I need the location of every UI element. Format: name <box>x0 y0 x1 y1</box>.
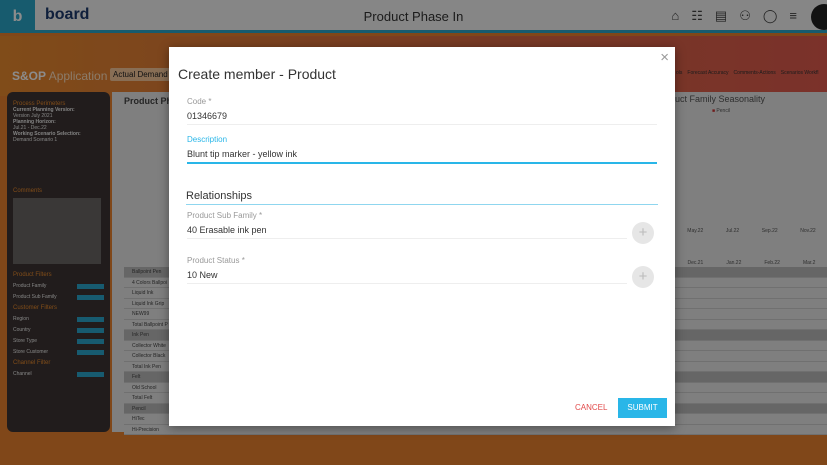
add-status-button[interactable]: + <box>632 266 654 288</box>
code-field[interactable]: Code * 01346679 <box>187 97 657 125</box>
subfamily-input[interactable]: 40 Erasable ink pen <box>187 225 627 239</box>
product-sub-family-field[interactable]: Product Sub Family * 40 Erasable ink pen <box>187 211 627 239</box>
submit-button[interactable]: SUBMIT <box>618 398 667 418</box>
cancel-button[interactable]: CANCEL <box>575 403 607 412</box>
status-label: Product Status * <box>187 256 245 265</box>
description-field[interactable]: Description Blunt tip marker - yellow in… <box>187 135 657 164</box>
dialog-title: Create member - Product <box>178 66 336 82</box>
status-input[interactable]: 10 New <box>187 270 627 284</box>
product-status-field[interactable]: Product Status * 10 New <box>187 256 627 284</box>
close-icon[interactable]: × <box>660 49 669 66</box>
code-input[interactable]: 01346679 <box>187 111 657 125</box>
code-label: Code * <box>187 97 212 106</box>
subfamily-label: Product Sub Family * <box>187 211 263 220</box>
create-member-dialog: × Create member - Product Code * 0134667… <box>169 47 675 426</box>
add-subfamily-button[interactable]: + <box>632 222 654 244</box>
description-label: Description <box>187 135 228 144</box>
description-input[interactable]: Blunt tip marker - yellow ink <box>187 149 657 164</box>
relationships-heading: Relationships <box>186 190 658 205</box>
